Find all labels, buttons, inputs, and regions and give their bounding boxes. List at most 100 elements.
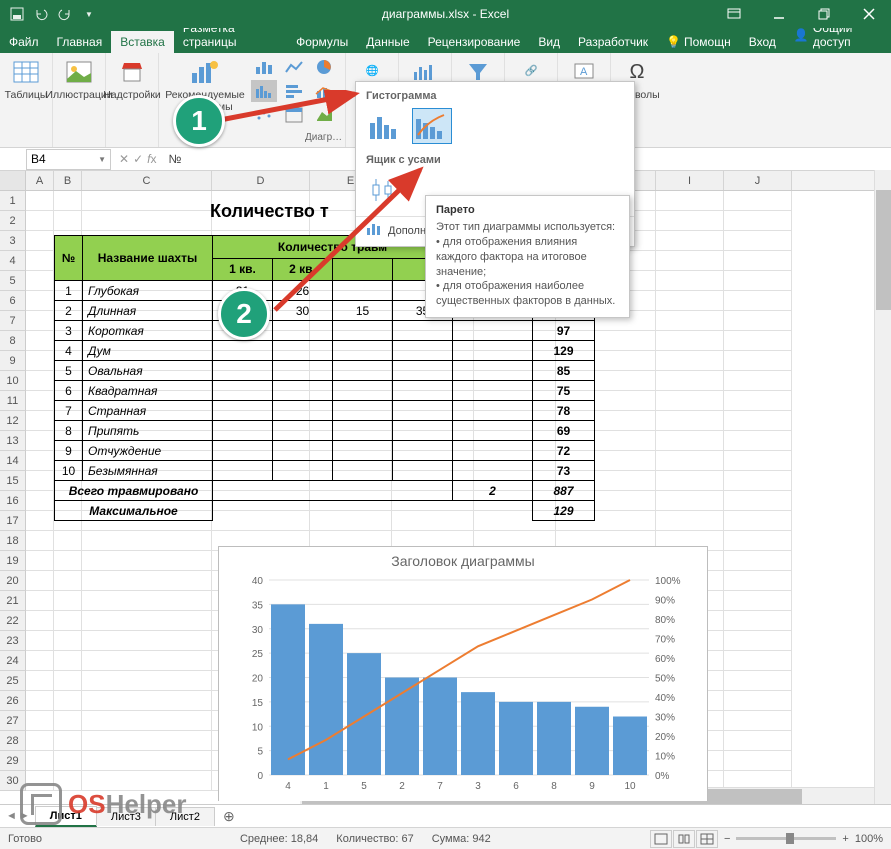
cell[interactable] [82, 211, 212, 231]
cell[interactable] [656, 251, 724, 271]
qat-customize-icon[interactable]: ▼ [78, 3, 100, 25]
cell[interactable] [724, 691, 792, 711]
line-chart-icon[interactable] [281, 56, 307, 78]
confirm-icon[interactable]: ✓ [133, 152, 143, 166]
col-header[interactable]: I [656, 171, 724, 190]
row-header[interactable]: 13 [0, 431, 26, 451]
row-header[interactable]: 10 [0, 371, 26, 391]
cell[interactable] [724, 671, 792, 691]
cell[interactable] [54, 711, 82, 731]
zoom-in-icon[interactable]: + [842, 833, 848, 845]
restore-icon[interactable] [801, 0, 846, 28]
cell[interactable] [54, 571, 82, 591]
cell[interactable] [26, 271, 54, 291]
cell[interactable] [724, 511, 792, 531]
cell[interactable] [656, 411, 724, 431]
cell[interactable] [54, 671, 82, 691]
cell[interactable] [724, 451, 792, 471]
cell[interactable] [656, 311, 724, 331]
row-header[interactable]: 2 [0, 211, 26, 231]
cell[interactable] [26, 691, 54, 711]
illustrations-button[interactable]: Иллюстрации [59, 56, 99, 102]
cell[interactable] [26, 511, 54, 531]
row-header[interactable]: 27 [0, 711, 26, 731]
cell[interactable] [82, 691, 212, 711]
cell[interactable] [26, 471, 54, 491]
row-header[interactable]: 16 [0, 491, 26, 511]
cell[interactable] [724, 631, 792, 651]
cell[interactable] [82, 651, 212, 671]
tab-data[interactable]: Данные [357, 31, 418, 53]
col-header[interactable]: B [54, 171, 82, 190]
cell[interactable] [724, 371, 792, 391]
cell[interactable] [724, 191, 792, 211]
chevron-down-icon[interactable]: ▼ [98, 155, 106, 164]
cell[interactable] [724, 331, 792, 351]
close-icon[interactable] [846, 0, 891, 28]
cell[interactable] [26, 751, 54, 771]
cell[interactable] [54, 611, 82, 631]
add-sheet-button[interactable]: ⊕ [215, 808, 243, 825]
zoom-slider[interactable] [736, 837, 836, 840]
addins-button[interactable]: Надстройки [112, 56, 152, 102]
row-header[interactable]: 1 [0, 191, 26, 211]
cell[interactable] [724, 351, 792, 371]
tab-home[interactable]: Главная [48, 31, 112, 53]
normal-view-icon[interactable] [650, 830, 672, 848]
tab-file[interactable]: Файл [0, 31, 48, 53]
cell[interactable] [26, 231, 54, 251]
tab-developer[interactable]: Разработчик [569, 31, 657, 53]
row-header[interactable]: 5 [0, 271, 26, 291]
cell[interactable] [656, 491, 724, 511]
tab-insert[interactable]: Вставка [111, 31, 174, 53]
page-layout-icon[interactable] [673, 830, 695, 848]
cell[interactable] [26, 251, 54, 271]
row-header[interactable]: 19 [0, 551, 26, 571]
cell[interactable] [656, 371, 724, 391]
row-header[interactable]: 20 [0, 571, 26, 591]
cell[interactable] [656, 511, 724, 531]
save-icon[interactable] [6, 3, 28, 25]
cell[interactable] [54, 191, 82, 211]
cell[interactable] [26, 711, 54, 731]
cell[interactable] [724, 271, 792, 291]
col-header[interactable]: J [724, 171, 792, 190]
cell[interactable] [724, 431, 792, 451]
cell[interactable] [82, 671, 212, 691]
cell[interactable] [82, 571, 212, 591]
cell[interactable] [656, 211, 724, 231]
cell[interactable] [26, 311, 54, 331]
row-header[interactable]: 18 [0, 531, 26, 551]
cell[interactable] [724, 651, 792, 671]
row-header[interactable]: 9 [0, 351, 26, 371]
row-header[interactable]: 4 [0, 251, 26, 271]
cell[interactable] [54, 631, 82, 651]
cell[interactable] [54, 691, 82, 711]
fx-icon[interactable]: fx [147, 152, 156, 166]
row-header[interactable]: 11 [0, 391, 26, 411]
cell[interactable] [82, 591, 212, 611]
col-header[interactable]: A [26, 171, 54, 190]
row-header[interactable]: 7 [0, 311, 26, 331]
cell[interactable] [26, 671, 54, 691]
cell[interactable] [724, 751, 792, 771]
cell[interactable] [26, 571, 54, 591]
cell[interactable] [26, 211, 54, 231]
cell[interactable] [26, 371, 54, 391]
cell[interactable] [26, 731, 54, 751]
cell[interactable] [656, 451, 724, 471]
cell[interactable] [54, 211, 82, 231]
row-header[interactable]: 22 [0, 611, 26, 631]
cell[interactable] [54, 551, 82, 571]
cell[interactable] [26, 191, 54, 211]
redo-icon[interactable] [54, 3, 76, 25]
row-header[interactable]: 6 [0, 291, 26, 311]
cell[interactable] [26, 591, 54, 611]
cell[interactable] [26, 611, 54, 631]
pie-chart-icon[interactable] [311, 56, 337, 78]
zoom-out-icon[interactable]: − [724, 833, 730, 845]
row-header[interactable]: 24 [0, 651, 26, 671]
cell[interactable] [54, 591, 82, 611]
vertical-scrollbar[interactable] [874, 170, 891, 804]
cell[interactable] [724, 491, 792, 511]
